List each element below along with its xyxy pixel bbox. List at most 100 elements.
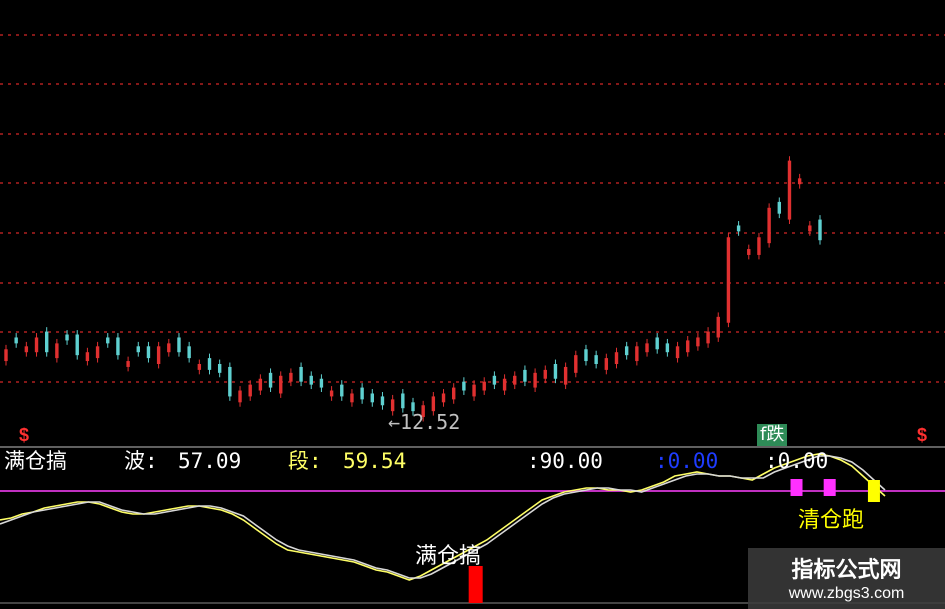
candle-body	[380, 396, 385, 406]
candle-body	[624, 346, 629, 356]
price-gridlines	[0, 34, 945, 383]
level-1-value: :90.00	[527, 449, 603, 473]
candle-body	[238, 390, 242, 403]
wave-label: 波:	[124, 449, 158, 473]
candle-body	[187, 346, 191, 359]
candle-body	[248, 384, 252, 397]
candle-body	[696, 337, 700, 347]
candle-body	[787, 160, 792, 220]
candle-body	[482, 381, 486, 391]
candle-body	[736, 225, 741, 232]
candle-body	[136, 346, 140, 353]
candle-body	[472, 384, 476, 397]
candle-body	[513, 375, 517, 385]
candle-body	[4, 349, 8, 362]
candle-body	[268, 372, 273, 388]
candle-body	[14, 337, 18, 344]
candle-body	[686, 340, 690, 353]
segment-value: 59.54	[343, 449, 407, 473]
candle-body	[492, 375, 497, 385]
candle-body	[55, 343, 59, 359]
candle-body	[289, 372, 293, 382]
candle-body	[370, 393, 374, 403]
candle-body	[563, 366, 568, 385]
level-3-value: :0.00	[765, 449, 829, 473]
candle-body	[329, 390, 334, 397]
hold-signal-marker	[790, 479, 803, 496]
candle-body	[574, 355, 578, 373]
candle-body	[309, 375, 313, 385]
candle-body	[258, 378, 263, 391]
indicator-header: 满仓搞 波: 57.09 段: 59.54 :90.00 :0.00 :0.00	[0, 446, 945, 476]
site-watermark: 指标公式网 www.zbgs3.com	[748, 548, 945, 609]
candle-body	[441, 393, 446, 403]
candle-body	[85, 352, 90, 362]
candle-body	[553, 364, 558, 379]
candle-body	[604, 358, 609, 370]
candlestick-series	[4, 156, 822, 422]
candle-body	[106, 337, 110, 344]
candle-body	[747, 249, 751, 255]
candle-body	[797, 178, 802, 185]
candle-body	[767, 207, 771, 244]
candle-body	[167, 343, 171, 353]
indicator-name: 满仓搞	[4, 449, 67, 473]
candle-body	[116, 337, 120, 356]
candle-body	[340, 384, 344, 397]
candle-body	[156, 346, 161, 364]
candle-body	[146, 346, 151, 359]
level-2-value: :0.00	[655, 449, 719, 473]
wave-value: 57.09	[178, 449, 242, 473]
candle-body	[95, 346, 100, 359]
candle-body	[217, 364, 222, 373]
candle-body	[502, 378, 507, 391]
candle-body	[808, 225, 812, 232]
watermark-url: www.zbgs3.com	[788, 585, 905, 602]
candle-body	[614, 352, 619, 364]
candle-body	[65, 334, 69, 341]
candle-body	[45, 331, 49, 353]
candle-body	[462, 381, 466, 391]
candle-body	[584, 349, 588, 362]
candle-body	[655, 337, 659, 350]
candle-body	[279, 375, 283, 394]
sell-signal-marker	[867, 480, 880, 502]
candle-body	[360, 387, 364, 400]
candle-body	[197, 364, 202, 370]
candle-body	[818, 219, 822, 241]
candle-body	[777, 201, 781, 214]
candle-body	[34, 337, 39, 353]
candle-body	[523, 369, 527, 382]
price-low-label: ←12.52	[388, 410, 461, 434]
candle-body	[207, 358, 212, 370]
left-dollar-icon: $	[19, 425, 30, 445]
candle-body	[319, 378, 324, 388]
candle-body	[533, 372, 537, 388]
candle-body	[706, 331, 710, 344]
hold-signal-marker	[823, 479, 836, 496]
candle-body	[452, 387, 456, 400]
buy-signal-label: 满仓搞	[415, 544, 482, 569]
candle-body	[228, 366, 232, 397]
candle-body	[716, 316, 720, 338]
segment-label: 段:	[288, 449, 322, 473]
candle-body	[299, 366, 303, 382]
candle-body	[177, 337, 181, 353]
candle-body	[401, 393, 405, 409]
candle-body	[645, 343, 649, 353]
candle-body	[543, 369, 547, 379]
watermark-title: 指标公式网	[791, 558, 902, 583]
sell-signal-label: 清仓跑	[798, 508, 865, 533]
candle-body	[675, 346, 680, 359]
candle-body	[635, 346, 639, 362]
candle-body	[126, 361, 130, 367]
candle-body	[757, 237, 761, 255]
right-dollar-icon: $	[917, 425, 928, 445]
candle-body	[350, 393, 354, 403]
candle-body	[726, 237, 731, 323]
candle-body	[24, 346, 29, 353]
candle-body	[665, 343, 670, 353]
candle-body	[75, 334, 79, 356]
fall-badge: f跌	[757, 424, 788, 446]
candle-body	[431, 396, 436, 412]
